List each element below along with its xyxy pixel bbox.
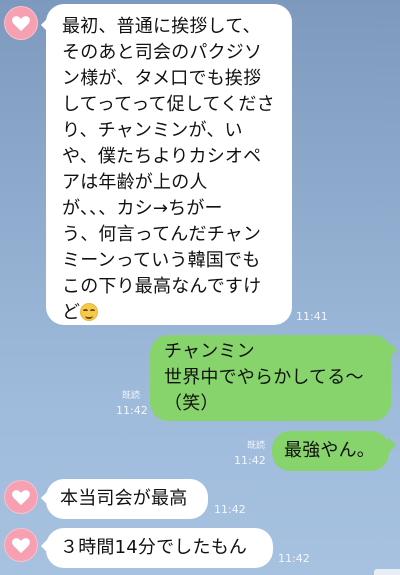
avatar[interactable] [4, 6, 38, 40]
message-bubble[interactable]: 最初、普通に挨拶して、 そのあと司会のパクジソ ン様が、タメ口でも挨拶 してって… [46, 4, 292, 325]
message-line: ３時間14分でしたもん [60, 537, 248, 558]
message-line: アは年齢が上の人 [62, 172, 208, 193]
message-line: や、僕たちよりカシオペ [62, 146, 262, 167]
message-line: 世界中でやらかしてる〜 [164, 367, 364, 388]
message-bubble[interactable]: 本当司会が最高 [46, 479, 208, 519]
message-line: ど [62, 300, 284, 326]
message-line: ン様が、タメ口でも挨拶 [62, 68, 262, 89]
chat-screen: 最初、普通に挨拶して、 そのあと司会のパクジソ ン様が、タメ口でも挨拶 してって… [0, 0, 400, 575]
message-time: 11:42 [116, 404, 148, 417]
message-line: そのあと司会のパクジソ [62, 42, 263, 63]
avatar[interactable] [4, 528, 38, 562]
message-line: う、何言ってんだチャン [62, 224, 262, 245]
message-time: 11:41 [296, 310, 328, 323]
message-line: 最初、普通に挨拶して、 [62, 16, 261, 37]
read-receipt: 既読 [122, 391, 141, 401]
message-time: 11:42 [214, 503, 246, 516]
read-receipt: 既読 [247, 441, 266, 451]
message-line: してってって促してくださ [62, 94, 275, 115]
corner-indicator [374, 569, 400, 575]
heart-icon [12, 538, 30, 554]
message-bubble[interactable]: 最強やん。 [272, 431, 389, 471]
avatar[interactable] [4, 480, 38, 514]
message-line: この下り最高なんですけ [62, 276, 262, 297]
message-line: （笑） [164, 393, 219, 414]
message-line: が、、、カシ→ちがー [62, 198, 223, 219]
heart-icon [12, 490, 30, 506]
message-line: ミーンっていう韓国でも [62, 250, 261, 271]
relieved-face-icon [80, 303, 99, 321]
message-time: 11:42 [234, 454, 266, 467]
message-line-text: ど [62, 302, 81, 323]
message-bubble[interactable]: ３時間14分でしたもん [46, 528, 273, 568]
message-line: 本当司会が最高 [60, 488, 188, 509]
message-line: り、チャンミンが、い [62, 120, 243, 141]
message-line: チャンミン [164, 341, 255, 362]
message-time: 11:42 [278, 552, 310, 565]
message-line: 最強やん。 [284, 440, 375, 461]
heart-icon [12, 16, 30, 32]
message-bubble[interactable]: チャンミン 世界中でやらかしてる〜 （笑） [150, 335, 391, 421]
